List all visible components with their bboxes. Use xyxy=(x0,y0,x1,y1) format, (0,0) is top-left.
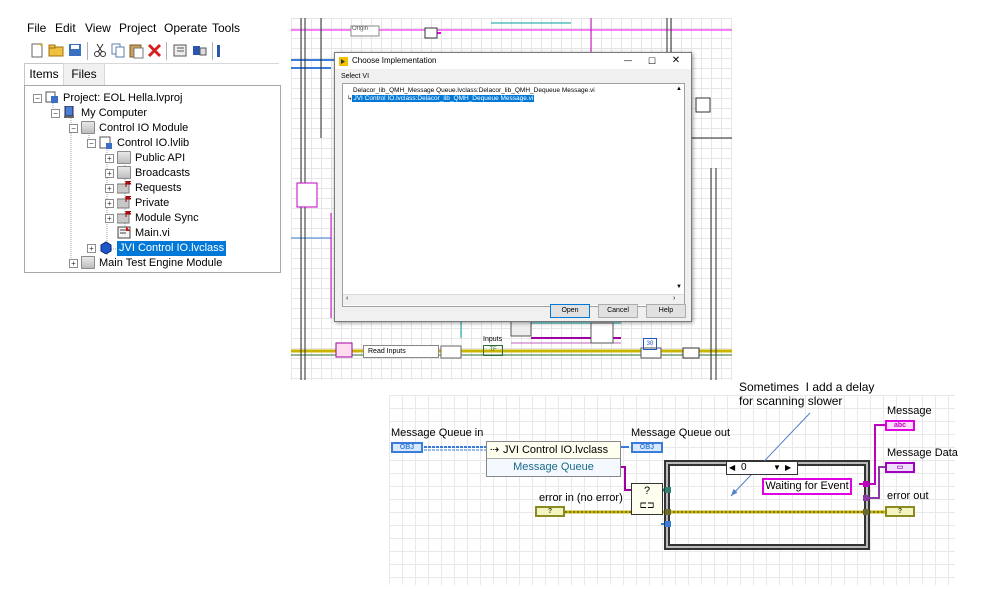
maximize-icon[interactable]: ☐ xyxy=(645,53,659,69)
vi-icon xyxy=(117,226,131,239)
scroll-left-icon[interactable]: ‹ xyxy=(346,295,348,302)
expand-icon[interactable]: + xyxy=(105,169,114,178)
numeric-constant: 30 xyxy=(643,338,657,350)
folder-icon xyxy=(117,151,131,164)
menu-bar: File Edit View Project Operate Tools xyxy=(24,18,279,38)
increment-icon[interactable]: ▶ xyxy=(785,462,791,474)
annotation-note: Sometimes I add a delay for scanning slo… xyxy=(739,380,875,408)
message-queue-in-terminal[interactable]: OBJ xyxy=(391,442,423,453)
class-node-header: ⇢ JVI Control IO.lvclass xyxy=(487,442,620,459)
computer-icon xyxy=(63,105,77,119)
folder-icon xyxy=(117,166,131,179)
list-item-selected[interactable]: ↳JVI Control IO.lvclass:Delacor_lib_QMH_… xyxy=(347,94,535,102)
save-all-icon[interactable] xyxy=(67,42,84,59)
read-inputs-enum: Read Inputs xyxy=(363,345,439,358)
project-icon xyxy=(45,91,59,104)
scroll-down-icon[interactable]: ▼ xyxy=(676,284,682,290)
collapse-icon[interactable]: − xyxy=(69,124,78,133)
open-button[interactable]: Open xyxy=(550,304,590,318)
expand-icon[interactable]: + xyxy=(105,154,114,163)
error-in-terminal[interactable]: ? xyxy=(535,506,565,517)
lower-block-diagram: Sometimes I add a delay for scanning slo… xyxy=(389,380,958,585)
tab-items[interactable]: Items xyxy=(24,63,64,86)
select-icon: ⊏⊐ xyxy=(639,500,655,510)
folder-icon xyxy=(81,121,95,134)
folder-flag-icon xyxy=(116,210,133,224)
message-terminal[interactable]: abc xyxy=(885,420,915,431)
message-queue-property[interactable]: Message Queue xyxy=(487,459,620,476)
minimize-icon[interactable]: — xyxy=(621,53,635,69)
labview-icon xyxy=(339,56,348,66)
decrement-icon[interactable]: ◀ xyxy=(729,462,735,474)
copy-icon[interactable] xyxy=(110,42,127,59)
expand-icon[interactable]: + xyxy=(105,199,114,208)
menu-file[interactable]: File xyxy=(27,21,46,35)
error-out-label: error out xyxy=(887,490,929,502)
message-data-terminal[interactable]: ▭ xyxy=(885,462,915,473)
tab-bar: Items Files xyxy=(24,63,279,87)
collapse-icon[interactable]: − xyxy=(33,94,42,103)
folder-icon xyxy=(81,256,95,269)
folder-flag-icon xyxy=(116,195,133,209)
deploy-icon[interactable] xyxy=(191,42,208,59)
case-selector[interactable]: ◀ 0 ▼ ▶ xyxy=(726,461,798,475)
error-out-terminal[interactable]: ? xyxy=(885,506,915,517)
class-wire-icon: ⇢ xyxy=(490,444,500,456)
dialog-title: Choose Implementation xyxy=(352,56,437,65)
message-data-label: Message Data xyxy=(887,447,958,459)
build-icon[interactable] xyxy=(172,42,189,59)
tf-terminal: TF xyxy=(483,345,503,356)
vi-list[interactable]: Delacor_lib_QMH_Message Queue.lvclass:De… xyxy=(342,83,685,307)
menu-tools[interactable]: Tools xyxy=(212,21,240,35)
class-icon xyxy=(99,241,113,255)
expand-icon[interactable]: + xyxy=(105,214,114,223)
open-folder-icon[interactable] xyxy=(48,42,65,59)
list-item[interactable]: Delacor_lib_QMH_Message Queue.lvclass:De… xyxy=(353,87,595,94)
cut-icon[interactable] xyxy=(92,42,109,59)
message-label: Message xyxy=(887,405,932,417)
origin-label: Origin xyxy=(352,26,369,32)
folder-flag-icon xyxy=(116,180,133,194)
delete-icon[interactable] xyxy=(146,42,163,59)
toolbar xyxy=(24,39,279,64)
close-icon[interactable]: ✕ xyxy=(669,53,683,69)
tab-files[interactable]: Files xyxy=(63,63,105,87)
expand-icon[interactable]: + xyxy=(69,259,78,268)
dropdown-icon[interactable]: ▼ xyxy=(773,462,781,474)
message-queue-out-terminal[interactable]: OBJ xyxy=(631,442,663,453)
lower-diagram-wires xyxy=(424,412,885,550)
waiting-for-event-constant[interactable]: Waiting for Event xyxy=(762,478,852,495)
more-icon[interactable] xyxy=(216,42,233,59)
dialog-title-bar: Choose Implementation — ☐ ✕ xyxy=(335,53,691,69)
library-icon xyxy=(99,136,113,149)
expand-icon[interactable]: + xyxy=(87,244,96,253)
menu-view[interactable]: View xyxy=(85,21,111,35)
message-queue-out-label: Message Queue out xyxy=(631,427,731,439)
menu-project[interactable]: Project xyxy=(119,21,156,35)
choose-implementation-dialog: Choose Implementation — ☐ ✕ Select VI De… xyxy=(334,52,692,322)
collapse-icon[interactable]: − xyxy=(51,109,60,118)
project-tree: − Project: EOL Hella.lvproj − My Compute… xyxy=(24,85,281,273)
error-in-label: error in (no error) xyxy=(539,492,623,504)
help-button[interactable]: Help xyxy=(646,304,686,318)
cancel-button[interactable]: Cancel xyxy=(598,304,638,318)
collapse-icon[interactable]: − xyxy=(87,139,96,148)
select-vi-label: Select VI xyxy=(341,73,370,80)
select-node[interactable]: ? ⊏⊐ xyxy=(631,483,663,515)
paste-icon[interactable] xyxy=(128,42,145,59)
menu-operate[interactable]: Operate xyxy=(164,21,207,35)
inputs-label: Inputs xyxy=(483,336,503,343)
project-explorer: File Edit View Project Operate Tools Ite… xyxy=(24,18,281,273)
scroll-right-icon[interactable]: › xyxy=(673,295,675,302)
new-icon[interactable] xyxy=(29,42,46,59)
message-queue-in-label: Message Queue in xyxy=(391,427,484,439)
class-property-node[interactable]: ⇢ JVI Control IO.lvclass Message Queue xyxy=(486,441,621,477)
expand-icon[interactable]: + xyxy=(105,184,114,193)
menu-edit[interactable]: Edit xyxy=(55,21,76,35)
scroll-up-icon[interactable]: ▲ xyxy=(676,86,682,92)
